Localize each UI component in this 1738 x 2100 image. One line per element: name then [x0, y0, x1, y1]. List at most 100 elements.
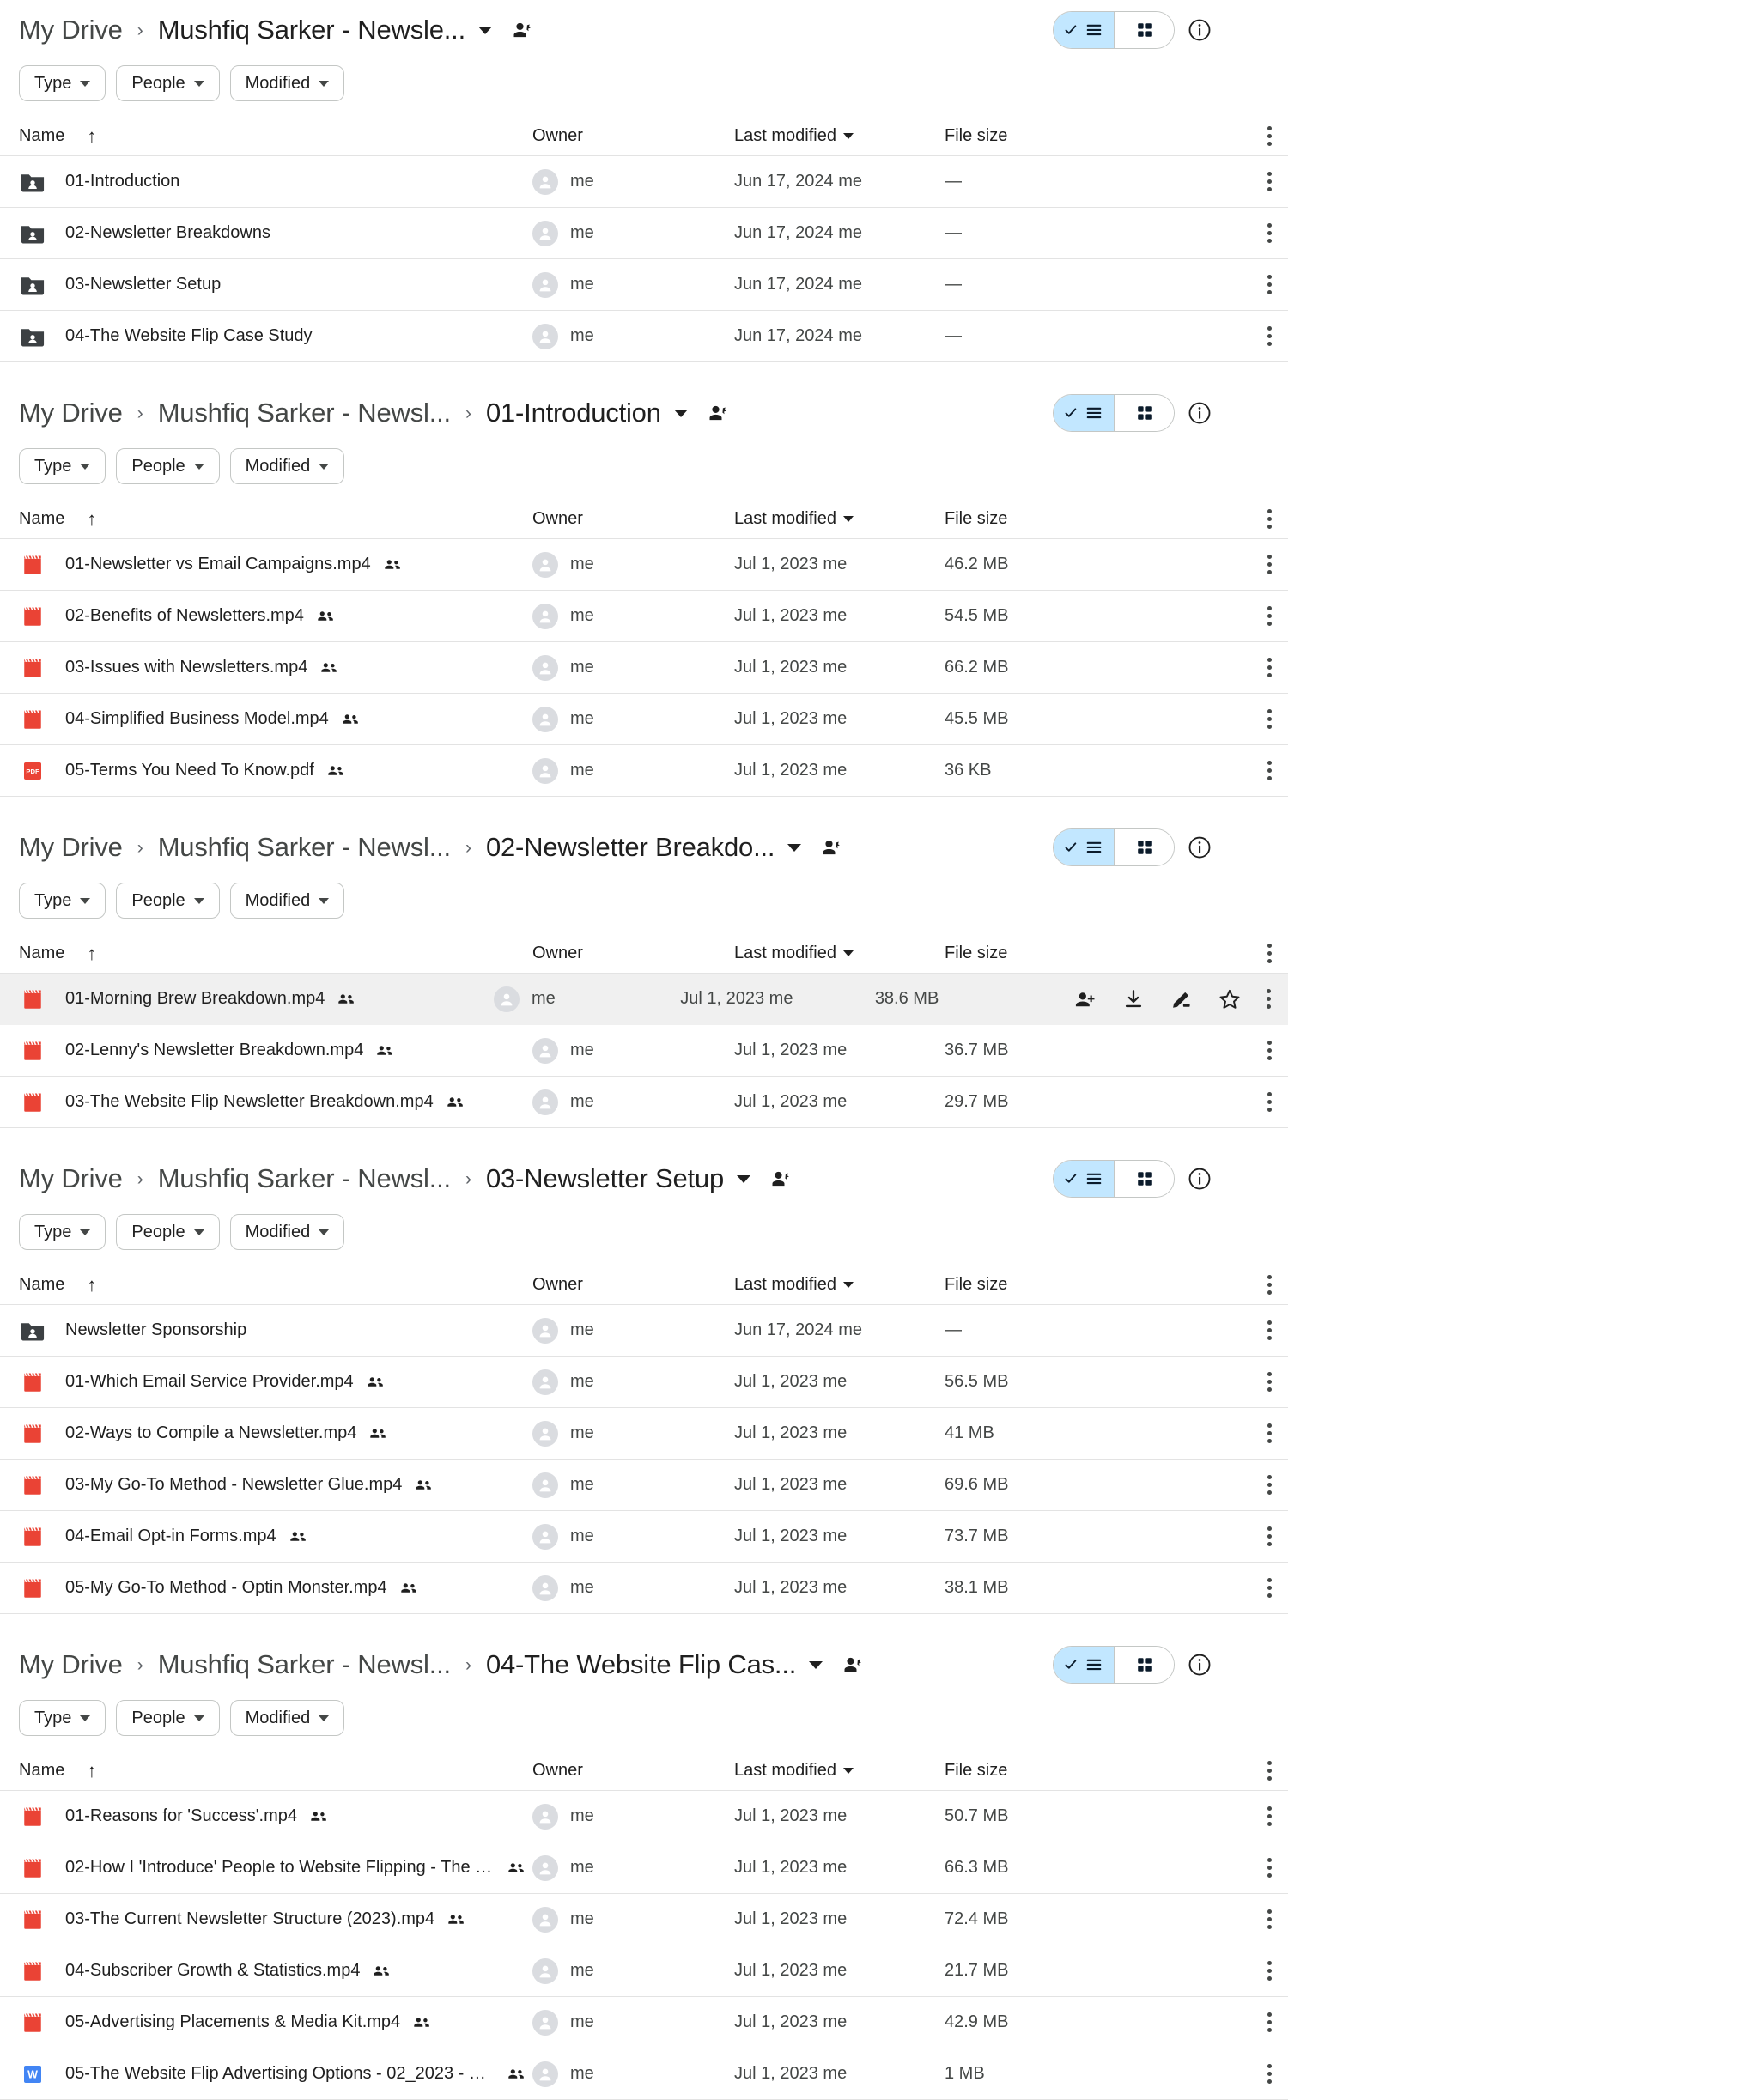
more-options-icon[interactable] [1266, 2012, 1273, 2032]
more-options-icon[interactable] [1266, 761, 1273, 780]
file-name-cell[interactable]: 01-Introduction [0, 168, 532, 196]
share-icon[interactable] [1073, 987, 1097, 1011]
column-last-modified[interactable]: Last modified [734, 509, 945, 529]
table-row[interactable]: W 05-The Website Flip Advertising Options… [0, 2048, 1288, 2100]
file-name-cell[interactable]: W 05-The Website Flip Advertising Options… [0, 2061, 532, 2088]
column-owner[interactable]: Owner [532, 1761, 734, 1781]
view-toggle[interactable] [1053, 11, 1175, 49]
list-view-button[interactable] [1054, 829, 1114, 865]
file-name-cell[interactable]: 02-How I 'Introduce' People to Website F… [0, 1854, 532, 1882]
breadcrumb-item[interactable]: Mushfiq Sarker - Newsl... [158, 1163, 451, 1194]
column-file-size[interactable]: File size [945, 509, 1159, 529]
file-name-cell[interactable]: PDF 05-Terms You Need To Know.pdf [0, 757, 532, 785]
breadcrumb-item[interactable]: My Drive [19, 1163, 123, 1194]
breadcrumb-item[interactable]: 02-Newsletter Breakdo... [486, 832, 775, 863]
table-row[interactable]: 03-My Go-To Method - Newsletter Glue.mp4… [0, 1460, 1288, 1511]
star-icon[interactable] [1218, 987, 1242, 1011]
sort-ascending-icon[interactable]: ↑ [87, 1275, 96, 1295]
breadcrumb-item[interactable]: My Drive [19, 15, 123, 46]
table-row[interactable]: 03-The Current Newsletter Structure (202… [0, 1894, 1288, 1945]
sort-ascending-icon[interactable]: ↑ [87, 509, 96, 529]
column-last-modified[interactable]: Last modified [734, 1275, 945, 1295]
view-toggle[interactable] [1053, 1160, 1175, 1198]
table-row[interactable]: 01-Newsletter vs Email Campaigns.mp4 me Ju… [0, 539, 1288, 591]
column-name[interactable]: Name ↑ [0, 1761, 532, 1781]
column-file-size[interactable]: File size [945, 126, 1159, 146]
more-options-icon[interactable] [1266, 326, 1273, 346]
more-options-icon[interactable] [1266, 1475, 1273, 1495]
list-view-button[interactable] [1054, 1647, 1114, 1683]
file-name-cell[interactable]: 02-Benefits of Newsletters.mp4 [0, 603, 532, 630]
more-options-icon[interactable] [1266, 1275, 1273, 1295]
file-name-cell[interactable]: 04-Simplified Business Model.mp4 [0, 706, 532, 733]
column-owner[interactable]: Owner [532, 509, 734, 529]
grid-view-button[interactable] [1114, 1161, 1174, 1197]
file-name-cell[interactable]: 03-The Website Flip Newsletter Breakdown… [0, 1089, 532, 1116]
breadcrumb-item[interactable]: Mushfiq Sarker - Newsl... [158, 1649, 451, 1680]
filter-chip-people[interactable]: People [116, 1700, 220, 1736]
filter-chip-modified[interactable]: Modified [229, 883, 345, 919]
filter-chip-people[interactable]: People [116, 1214, 220, 1250]
table-row[interactable]: 02-Benefits of Newsletters.mp4 me Jul 1, 2… [0, 591, 1288, 642]
filter-chip-modified[interactable]: Modified [229, 1214, 345, 1250]
table-row[interactable]: 05-Advertising Placements & Media Kit.mp… [0, 1997, 1288, 2048]
more-options-icon[interactable] [1266, 1909, 1273, 1929]
manage-access-icon[interactable] [769, 1167, 793, 1191]
breadcrumb-item[interactable]: My Drive [19, 398, 123, 428]
more-options-icon[interactable] [1266, 223, 1273, 243]
more-options-icon[interactable] [1266, 1761, 1273, 1781]
more-options-icon[interactable] [1266, 1578, 1273, 1598]
table-row[interactable]: 02-Lenny's Newsletter Breakdown.mp4 me Jul… [0, 1025, 1288, 1077]
more-options-icon[interactable] [1266, 944, 1273, 963]
download-icon[interactable] [1121, 987, 1146, 1011]
filter-chip-modified[interactable]: Modified [229, 65, 345, 101]
view-toggle[interactable] [1053, 828, 1175, 866]
column-name[interactable]: Name ↑ [0, 509, 532, 529]
more-options-icon[interactable] [1266, 275, 1273, 294]
chevron-down-icon[interactable] [787, 843, 802, 852]
breadcrumb-item[interactable]: 04-The Website Flip Cas... [486, 1649, 796, 1680]
grid-view-button[interactable] [1114, 12, 1174, 48]
breadcrumb-item[interactable]: My Drive [19, 832, 123, 863]
table-row[interactable]: 03-Newsletter Setup me Jun 17, 2024 me — [0, 259, 1288, 311]
table-row[interactable]: 03-The Website Flip Newsletter Breakdown… [0, 1077, 1288, 1128]
file-name-cell[interactable]: 01-Newsletter vs Email Campaigns.mp4 [0, 551, 532, 579]
column-name[interactable]: Name ↑ [0, 1275, 532, 1295]
more-options-icon[interactable] [1266, 709, 1273, 729]
file-name-cell[interactable]: 05-My Go-To Method - Optin Monster.mp4 [0, 1575, 532, 1602]
more-options-icon[interactable] [1266, 1372, 1273, 1392]
details-info-icon[interactable] [1187, 17, 1212, 43]
more-options-icon[interactable] [1266, 509, 1273, 529]
file-name-cell[interactable]: 02-Newsletter Breakdowns [0, 220, 532, 247]
breadcrumb-item[interactable]: Mushfiq Sarker - Newsle... [158, 15, 465, 46]
file-name-cell[interactable]: 01-Morning Brew Breakdown.mp4 [0, 986, 494, 1013]
manage-access-icon[interactable] [842, 1653, 866, 1677]
sort-ascending-icon[interactable]: ↑ [87, 944, 96, 963]
table-row[interactable]: 01-Introduction me Jun 17, 2024 me — [0, 156, 1288, 208]
file-name-cell[interactable]: 04-The Website Flip Case Study [0, 323, 532, 350]
column-file-size[interactable]: File size [945, 1275, 1159, 1295]
file-name-cell[interactable]: 04-Subscriber Growth & Statistics.mp4 [0, 1957, 532, 1985]
table-row[interactable]: Newsletter Sponsorship me Jun 17, 2024 me — [0, 1305, 1288, 1357]
column-last-modified[interactable]: Last modified [734, 1761, 945, 1781]
file-name-cell[interactable]: 01-Which Email Service Provider.mp4 [0, 1369, 532, 1396]
sort-ascending-icon[interactable]: ↑ [87, 1761, 96, 1781]
filter-chip-type[interactable]: Type [19, 65, 106, 101]
more-options-icon[interactable] [1266, 172, 1273, 191]
manage-access-icon[interactable] [511, 18, 535, 42]
manage-access-icon[interactable] [820, 835, 844, 859]
more-options-icon[interactable] [1266, 1806, 1273, 1826]
table-row[interactable]: 05-My Go-To Method - Optin Monster.mp4 me… [0, 1563, 1288, 1614]
file-name-cell[interactable]: Newsletter Sponsorship [0, 1317, 532, 1344]
more-options-icon[interactable] [1266, 555, 1273, 574]
grid-view-button[interactable] [1114, 1647, 1174, 1683]
filter-chip-type[interactable]: Type [19, 1214, 106, 1250]
table-row[interactable]: 03-Issues with Newsletters.mp4 me Jul 1, 2… [0, 642, 1288, 694]
file-name-cell[interactable]: 02-Lenny's Newsletter Breakdown.mp4 [0, 1037, 532, 1065]
column-name[interactable]: Name ↑ [0, 126, 532, 146]
more-options-icon[interactable] [1266, 1526, 1273, 1546]
breadcrumb-item[interactable]: 01-Introduction [486, 398, 661, 428]
list-view-button[interactable] [1054, 395, 1114, 431]
more-options-icon[interactable] [1266, 658, 1273, 677]
manage-access-icon[interactable] [707, 401, 731, 425]
